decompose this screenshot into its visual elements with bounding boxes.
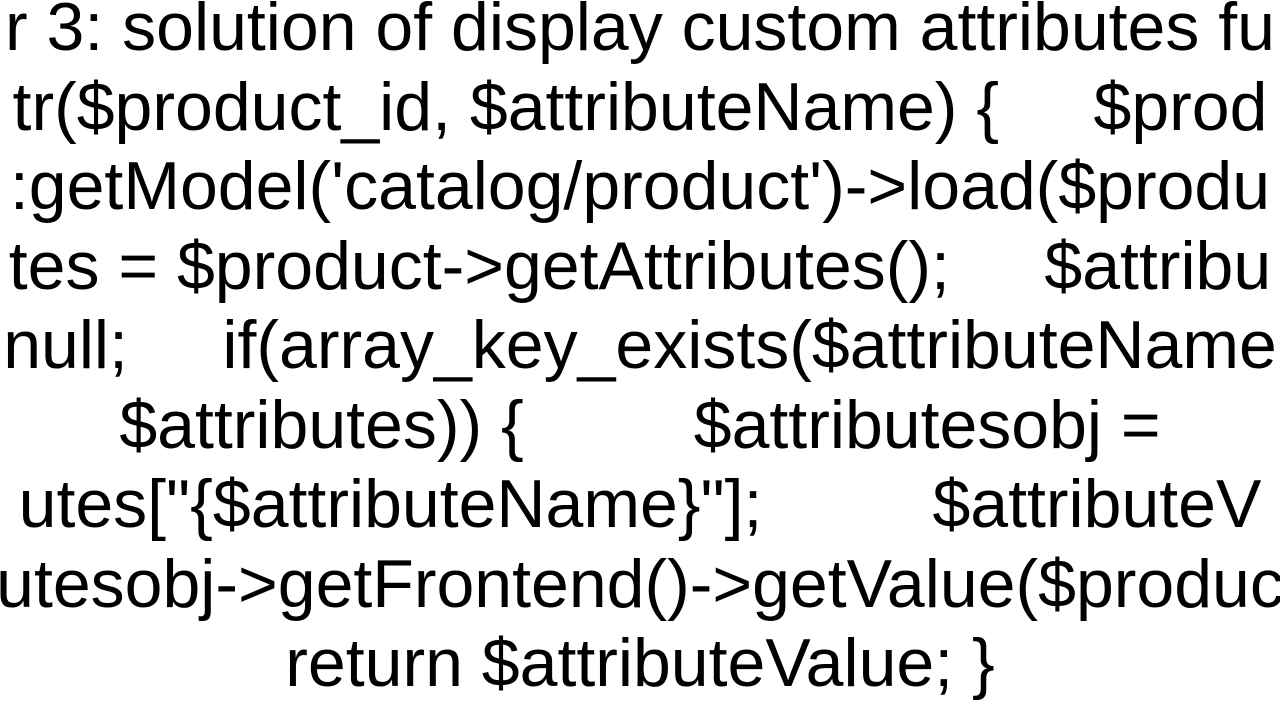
code-text: r 3: solution of display custom attribut…: [0, 0, 1280, 704]
code-snippet-viewport: r 3: solution of display custom attribut…: [0, 0, 1280, 720]
